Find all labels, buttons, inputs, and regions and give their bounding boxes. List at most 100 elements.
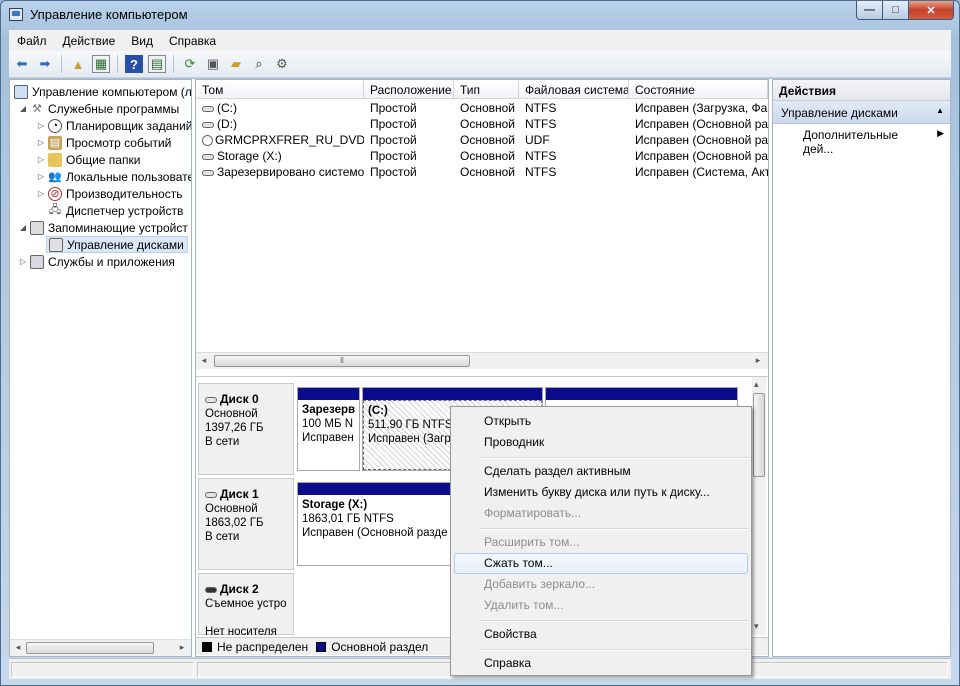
tree-item-shared-folders[interactable]: ▷ Общие папки [36,151,140,168]
refresh-icon[interactable]: ⟳ [181,55,199,73]
collapse-up-icon[interactable]: ▲ [936,106,944,115]
volume-list-header: Том Расположение Тип Файловая система Со… [196,80,768,99]
tree-item-task-scheduler[interactable]: ▷ ◔ Планировщик заданий [36,117,191,134]
expand-arrow-icon[interactable]: ▷ [18,257,28,266]
menu-view[interactable]: Вид [123,34,161,48]
column-header-layout[interactable]: Расположение [364,80,454,98]
menu-help[interactable]: Справка [161,34,224,48]
menu-item-open[interactable]: Открыть [454,411,748,432]
toolbar-separator [117,55,118,73]
menu-item-add-mirror[interactable]: Добавить зеркало... [454,574,748,595]
column-header-type[interactable]: Тип [454,80,519,98]
disk-icon [205,396,217,403]
tree-item-label: Служебные программы [48,101,180,116]
tree-horizontal-scrollbar[interactable]: ◂ ▸ [10,639,191,656]
properties-icon[interactable]: ▣ [204,55,222,73]
maximize-button[interactable]: □ [882,1,909,20]
menu-item-make-active[interactable]: Сделать раздел активным [454,461,748,482]
scroll-up-arrow-icon[interactable]: ▴ [754,379,759,390]
tree-item-root[interactable]: Управление компьютером (л [12,83,192,100]
scroll-left-arrow-icon[interactable]: ◂ [198,355,210,366]
app-window: Управление компьютером — □ ✕ Файл Действ… [0,0,960,686]
menu-item-extend[interactable]: Расширить том... [454,532,748,553]
collapse-arrow-icon[interactable]: ◢ [18,104,28,113]
scroll-thumb[interactable] [26,642,154,654]
scroll-thumb[interactable] [753,393,765,477]
menu-item-properties[interactable]: Свойства [454,624,748,645]
collapse-arrow-icon[interactable]: ◢ [18,223,28,232]
close-button[interactable]: ✕ [908,1,954,20]
volume-list-horizontal-scrollbar[interactable]: ◂ ⦀ ▸ [196,352,768,369]
volume-row[interactable]: GRMCPRXFRER_RU_DVD (F:) Простой Основной… [196,132,768,148]
open-folder-icon[interactable]: ▰ [227,55,245,73]
column-header-filesystem[interactable]: Файловая система [519,80,629,98]
tree-item-label: Управление компьютером (л [32,84,192,99]
volume-type: Основной [460,101,516,115]
menu-item-explorer[interactable]: Проводник [454,432,748,453]
volume-row[interactable]: Зарезервировано системой Простой Основно… [196,164,768,180]
expand-arrow-icon[interactable]: ▷ [36,189,46,198]
expand-arrow-icon[interactable]: ▷ [36,155,46,164]
tree-item-local-users[interactable]: ▷ 👥 Локальные пользовате [36,168,191,185]
action-pane-icon[interactable]: ▤ [148,55,166,73]
menu-file[interactable]: Файл [9,34,55,48]
up-folder-icon[interactable]: ▲ [69,55,87,73]
disk-type: Съемное устрой [205,598,287,610]
disk-map-vertical-scrollbar[interactable]: ▴ ▾ [752,377,766,635]
menu-separator [479,528,749,530]
search-icon[interactable]: ⌕ [250,55,268,73]
scroll-right-arrow-icon[interactable]: ▸ [176,642,188,653]
tree-item-label: Запоминающие устройст [48,220,188,235]
tree-item-storage[interactable]: ◢ Запоминающие устройст [18,219,188,236]
column-header-volume[interactable]: Том [196,80,364,98]
disk-name: Диск 2 [220,582,259,596]
tree-item-services[interactable]: ▷ Службы и приложения [18,253,175,270]
menu-item-format[interactable]: Форматировать... [454,503,748,524]
tree-item-label: Управление дисками [67,237,184,252]
scroll-right-arrow-icon[interactable]: ▸ [752,355,764,366]
tree-item-performance[interactable]: ▷ ⊘ Производительность [36,185,182,202]
expand-arrow-icon[interactable]: ▷ [36,121,46,130]
tree-item-system-tools[interactable]: ◢ ⚒ Служебные программы [18,100,179,117]
menu-separator [479,649,749,651]
show-tree-icon[interactable]: ▦ [92,55,110,73]
volume-row[interactable]: Storage (X:) Простой Основной NTFS Испра… [196,148,768,164]
actions-section-disk-management[interactable]: Управление дисками ▲ [773,101,950,124]
tree-item-event-viewer[interactable]: ▷ ▤ Просмотр событий [36,134,171,151]
partition-reserved[interactable]: Зарезерв 100 МБ N Исправен [297,387,360,471]
status-pane [197,662,457,677]
more-actions-item[interactable]: Дополнительные дей... ▶ [773,124,950,156]
scroll-left-arrow-icon[interactable]: ◂ [12,642,24,653]
disk-0-label[interactable]: Диск 0 Основной 1397,26 ГБ В сети [198,383,294,475]
menu-item-change-letter[interactable]: Изменить букву диска или путь к диску... [454,482,748,503]
menu-action[interactable]: Действие [55,34,124,48]
menu-item-delete[interactable]: Удалить том... [454,595,748,616]
expand-arrow-icon[interactable]: ▷ [36,172,46,181]
tree-item-disk-management[interactable]: Управление дисками [46,236,188,253]
users-icon: 👥 [48,171,62,183]
disk-1-label[interactable]: Диск 1 Основной 1863,02 ГБ В сети [198,478,294,570]
settings-icon[interactable]: ⚙ [273,55,291,73]
volume-row[interactable]: (D:) Простой Основной NTFS Исправен (Осн… [196,116,768,132]
tree-item-device-manager[interactable]: 🖧 Диспетчер устройств [46,202,183,219]
menu-item-shrink[interactable]: Сжать том... [454,553,748,574]
scroll-down-arrow-icon[interactable]: ▾ [754,621,759,632]
tree-item-label: Просмотр событий [66,135,172,150]
submenu-arrow-icon: ▶ [937,128,944,138]
help-icon[interactable]: ? [125,55,143,73]
title-bar: Управление компьютером — □ ✕ [1,1,959,29]
volume-fs: UDF [525,133,550,147]
scroll-thumb[interactable]: ⦀ [214,355,470,367]
expand-arrow-icon[interactable]: ▷ [36,138,46,147]
forward-arrow-icon[interactable]: ➡ [36,55,54,73]
partition-size: 100 МБ N [302,418,354,430]
disk-2-label[interactable]: Диск 2 Съемное устрой Нет носителя [198,573,294,638]
column-header-status[interactable]: Состояние [629,80,768,98]
volume-row[interactable]: (C:) Простой Основной NTFS Исправен (Заг… [196,100,768,116]
volume-layout: Простой [370,149,417,163]
menu-item-help[interactable]: Справка [454,653,748,674]
shared-folder-icon [48,152,62,167]
partition-bar [363,388,542,400]
minimize-button[interactable]: — [856,1,883,20]
back-arrow-icon[interactable]: ⬅ [13,55,31,73]
